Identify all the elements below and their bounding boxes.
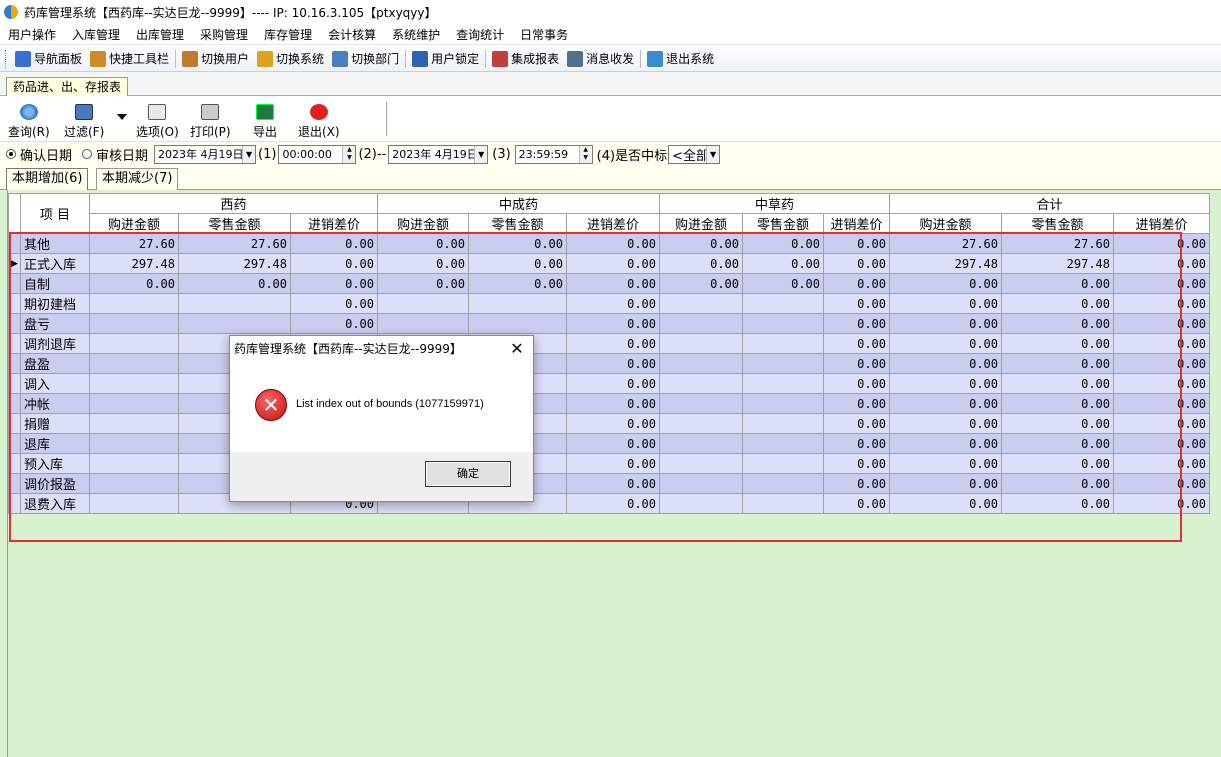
toolbar-switch-department-button[interactable]: 切换部门 [328, 48, 403, 70]
chevron-down-icon: ▼ [706, 145, 720, 163]
report-icon [492, 50, 509, 67]
filter-button[interactable]: 过滤(F) [64, 104, 104, 140]
group-header: 合计 [889, 193, 1210, 214]
app-logo-icon [4, 5, 18, 19]
query-button[interactable]: 查询(R) [8, 104, 50, 140]
report-toolbar: 查询(R) 过滤(F) 选项(O) 打印(P) 导出 退出(X) [0, 96, 1221, 142]
refresh-icon [19, 104, 38, 120]
close-icon[interactable]: ✕ [507, 339, 527, 359]
print-button[interactable]: 打印(P) [190, 104, 231, 140]
user-lock-icon [412, 50, 429, 67]
spin-icon[interactable]: ▲ ▼ [578, 145, 592, 163]
excel-icon [256, 104, 274, 120]
main-tab-strip [0, 72, 1221, 96]
toolbar-switch-system-button[interactable]: 切换系统 [253, 48, 328, 70]
switch-department-icon [332, 50, 349, 67]
period-tabs: 本期增加(6) 本期减少(7) [0, 166, 1221, 190]
menu-item-3[interactable]: 采购管理 [192, 26, 256, 43]
message-icon [567, 50, 584, 67]
end-date-picker[interactable]: 2023年 4月19日 ▼ [388, 144, 489, 164]
export-button[interactable]: 导出 [253, 104, 277, 140]
menu-item-1[interactable]: 入库管理 [64, 26, 128, 43]
column-header[interactable]: 零售金额 [742, 213, 824, 234]
toolbar-nav-panel-button[interactable]: 导航面板 [11, 48, 86, 70]
quick-toolbar-icon [90, 50, 107, 67]
main-toolbar: 导航面板 快捷工具栏 切换用户 切换系统 切换部门 用户锁定 集成报表 消息收发 退出系统 [0, 46, 1221, 72]
nav-panel-icon [15, 50, 31, 67]
group-header: 中成药 [377, 193, 660, 214]
filter-dropdown-arrow-icon[interactable] [117, 114, 127, 120]
column-header[interactable]: 进销差价 [823, 213, 890, 234]
menu-item-2[interactable]: 出库管理 [128, 26, 192, 43]
options-button[interactable]: 选项(O) [136, 104, 179, 140]
toolbar-switch-user-button[interactable]: 切换用户 [178, 48, 253, 70]
toolbar-separator [175, 49, 177, 68]
end-time-field[interactable]: 23:59:59 ▲ ▼ [514, 144, 593, 164]
column-header[interactable]: 零售金额 [178, 213, 291, 234]
toolbar-user-lock-button[interactable]: 用户锁定 [408, 48, 483, 70]
menu-bar: 用户操作 入库管理 出库管理 采购管理 库存管理 会计核算 系统维护 查询统计 日常事务 [0, 24, 1221, 45]
column-header[interactable]: 购进金额 [889, 213, 1002, 234]
printer-icon [201, 104, 220, 120]
error-message: List index out of bounds (1077159971) [296, 398, 484, 410]
toolbar-grip[interactable] [5, 49, 8, 68]
highlight-annotation-box [9, 232, 1182, 542]
filter-icon [75, 104, 94, 120]
menu-item-4[interactable]: 库存管理 [256, 26, 320, 43]
toolbar-separator [485, 49, 487, 68]
toolbar-separator [640, 49, 642, 68]
switch-system-icon [257, 50, 274, 67]
error-dialog: 药库管理系统【西药库--实达巨龙--9999】 ✕ ✕ List index o… [229, 335, 534, 502]
start-time-field[interactable]: 00:00:00 ▲ ▼ [278, 144, 357, 164]
tab-inventory-report[interactable]: 药品进、出、存报表 [6, 77, 129, 96]
column-header[interactable]: 零售金额 [468, 213, 567, 234]
toolbar-exit-system-button[interactable]: 退出系统 [643, 48, 718, 70]
exit-system-icon [647, 50, 664, 67]
toolbar-report-button[interactable]: 集成报表 [488, 48, 563, 70]
column-header[interactable]: 进销差价 [566, 213, 660, 234]
audit-date-radio[interactable] [82, 149, 93, 159]
toolbar-quick-toolbar-button[interactable]: 快捷工具栏 [86, 48, 173, 70]
ok-button[interactable]: 确定 [425, 461, 511, 487]
menu-item-6[interactable]: 系统维护 [384, 26, 448, 43]
menu-item-0[interactable]: 用户操作 [0, 26, 64, 43]
switch-user-icon [182, 50, 199, 67]
toolbar-separator [405, 49, 407, 68]
column-header[interactable]: 购进金额 [89, 213, 179, 234]
audit-date-label: 审核日期 [96, 148, 149, 164]
group-header: 西药 [89, 193, 378, 214]
column-header[interactable]: 进销差价 [1113, 213, 1210, 234]
toolbar-message-button[interactable]: 消息收发 [563, 48, 638, 70]
confirm-date-label: 确认日期 [20, 148, 73, 164]
menu-item-8[interactable]: 日常事务 [512, 26, 576, 43]
tab-period-decrease[interactable]: 本期减少(7) [96, 168, 179, 190]
confirm-date-radio[interactable] [6, 149, 16, 159]
chevron-down-icon: ▼ [242, 145, 256, 163]
column-header[interactable]: 零售金额 [1001, 213, 1114, 234]
tab-period-increase[interactable]: 本期增加(6) [6, 168, 89, 190]
menu-item-5[interactable]: 会计核算 [320, 26, 384, 43]
window-title-bar: 药库管理系统【西药库--实达巨龙--9999】---- IP: 10.16.3.… [0, 0, 1221, 24]
toolbar-divider [386, 102, 387, 136]
chevron-down-icon: ▼ [474, 145, 488, 163]
item-column-header: 项 目 [20, 193, 90, 234]
column-header[interactable]: 购进金额 [659, 213, 743, 234]
menu-item-7[interactable]: 查询统计 [448, 26, 512, 43]
date-filter-row: 确认日期 审核日期 2023年 4月19日 ▼ (1) 00:00:00 ▲ ▼ (2… [0, 142, 1221, 166]
dialog-title: 药库管理系统【西药库--实达巨龙--9999】 [230, 336, 533, 364]
start-date-picker[interactable]: 2023年 4月19日 ▼ [154, 144, 257, 164]
group-header: 中草药 [659, 193, 890, 214]
window-title: 药库管理系统【西药库--实达巨龙--9999】---- IP: 10.16.3.… [24, 5, 437, 20]
power-icon [309, 104, 328, 120]
error-icon: ✕ [255, 389, 287, 421]
column-header[interactable]: 进销差价 [290, 213, 378, 234]
options-icon [148, 104, 167, 120]
exit-report-button[interactable]: 退出(X) [298, 104, 340, 140]
grid-left-border [0, 190, 8, 757]
row-indicator-header [8, 193, 21, 234]
column-header[interactable]: 购进金额 [377, 213, 469, 234]
spin-icon[interactable]: ▲ ▼ [342, 145, 356, 163]
bid-select[interactable]: <全部 ▼ [668, 144, 721, 164]
